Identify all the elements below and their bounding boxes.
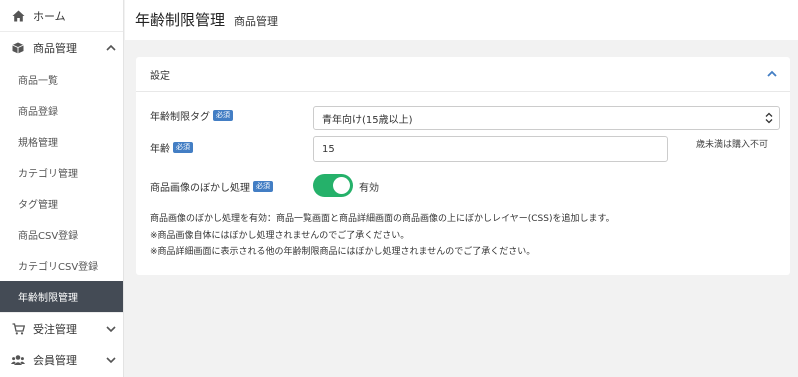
- age-input[interactable]: 15: [313, 136, 668, 162]
- sidebar-item-tag-management[interactable]: タグ管理: [0, 188, 123, 219]
- age-tag-label: 年齢制限タグ 必須: [150, 108, 233, 123]
- cube-icon: [11, 41, 25, 55]
- field-label: 商品画像のぼかし処理: [150, 183, 250, 194]
- required-badge: 必須: [253, 181, 273, 192]
- sidebar-group-members[interactable]: 会員管理: [0, 344, 123, 376]
- field-label: 年齢: [150, 144, 170, 155]
- chevron-up-icon: [106, 44, 116, 51]
- blur-toggle[interactable]: [313, 174, 353, 197]
- age-tag-select[interactable]: 青年向け(15歳以上): [313, 106, 780, 130]
- age-input-value: 15: [322, 143, 335, 155]
- age-row: 年齢 必須: [150, 140, 193, 155]
- sidebar-item-label: カテゴリCSV登録: [18, 262, 99, 273]
- sidebar-group-label: 商品管理: [33, 42, 77, 55]
- users-icon: [11, 353, 25, 367]
- age-tag-row: 年齢制限タグ 必須: [150, 108, 233, 123]
- cart-icon: [11, 322, 25, 336]
- sidebar-item-label: 商品CSV登録: [18, 231, 79, 242]
- sidebar-item-label: ホーム: [33, 9, 66, 23]
- sidebar-group-products[interactable]: 商品管理: [0, 32, 123, 64]
- sidebar-item-product-register[interactable]: 商品登録: [0, 95, 123, 126]
- sidebar-item-product-list[interactable]: 商品一覧: [0, 64, 123, 95]
- required-badge: 必須: [173, 142, 193, 153]
- main-content: 年齢制限管理 商品管理 設定 年齢制限タグ 必須 青年向け(15歳以上) 年齢 …: [125, 0, 798, 377]
- sidebar-item-label: 規格管理: [18, 138, 58, 149]
- sidebar-item-age-restriction[interactable]: 年齢制限管理: [0, 281, 123, 312]
- sidebar-group-label: 受注管理: [33, 322, 77, 336]
- sidebar-item-product-csv[interactable]: 商品CSV登録: [0, 219, 123, 250]
- age-tag-selected-value: 青年向け(15歳以上): [322, 114, 413, 126]
- page-header: 年齢制限管理 商品管理: [125, 0, 798, 40]
- age-label: 年齢 必須: [150, 140, 193, 155]
- blur-row: 商品画像のぼかし処理 必須: [150, 179, 273, 194]
- sidebar-item-category-csv[interactable]: カテゴリCSV登録: [0, 250, 123, 281]
- sidebar-group-orders[interactable]: 受注管理: [0, 312, 123, 344]
- page-subtitle: 商品管理: [234, 15, 279, 28]
- note-line-3: ※商品詳細画面に表示される他の年齢制限商品にはぼかし処理されませんのでご了承くだ…: [150, 247, 536, 257]
- page-title: 年齢制限管理: [135, 11, 226, 29]
- note-line-2: ※商品画像自体にはぼかし処理されませんのでご了承ください。: [150, 231, 410, 241]
- chevron-up-icon[interactable]: [766, 68, 778, 80]
- blur-label: 商品画像のぼかし処理 必須: [150, 179, 273, 194]
- sidebar-item-spec-management[interactable]: 規格管理: [0, 126, 123, 157]
- field-label: 年齢制限タグ: [150, 112, 210, 123]
- card-title: 設定: [150, 70, 170, 82]
- age-hint: 歳未満は購入不可: [696, 140, 769, 150]
- sidebar-item-label: 商品一覧: [18, 76, 58, 87]
- blur-toggle-label: 有効: [359, 183, 379, 194]
- sidebar-item-label: 年齢制限管理: [18, 293, 78, 304]
- sidebar: ホーム 商品管理 商品一覧 商品登録 規格管理 カテゴリ管理 タグ管理 商品CS…: [0, 0, 124, 377]
- toggle-knob: [333, 177, 350, 194]
- chevron-down-icon: [106, 326, 116, 333]
- card-header[interactable]: 設定: [136, 57, 790, 92]
- sidebar-item-category-management[interactable]: カテゴリ管理: [0, 157, 123, 188]
- sidebar-group-label: 会員管理: [33, 354, 77, 367]
- select-arrows-icon: [765, 112, 773, 124]
- home-icon: [11, 9, 25, 23]
- sidebar-item-label: 商品登録: [18, 107, 58, 118]
- settings-card: 設定 年齢制限タグ 必須 青年向け(15歳以上) 年齢 必須 15 歳未満は購入…: [136, 57, 790, 275]
- required-badge: 必須: [213, 110, 233, 121]
- chevron-down-icon: [106, 357, 116, 364]
- note-line-1: 商品画像のぼかし処理を有効：商品一覧画面と商品詳細画面の商品画像の上にぼかしレイ…: [150, 214, 615, 224]
- sidebar-item-label: カテゴリ管理: [18, 169, 78, 180]
- sidebar-item-label: タグ管理: [18, 200, 58, 211]
- sidebar-item-home[interactable]: ホーム: [0, 0, 123, 32]
